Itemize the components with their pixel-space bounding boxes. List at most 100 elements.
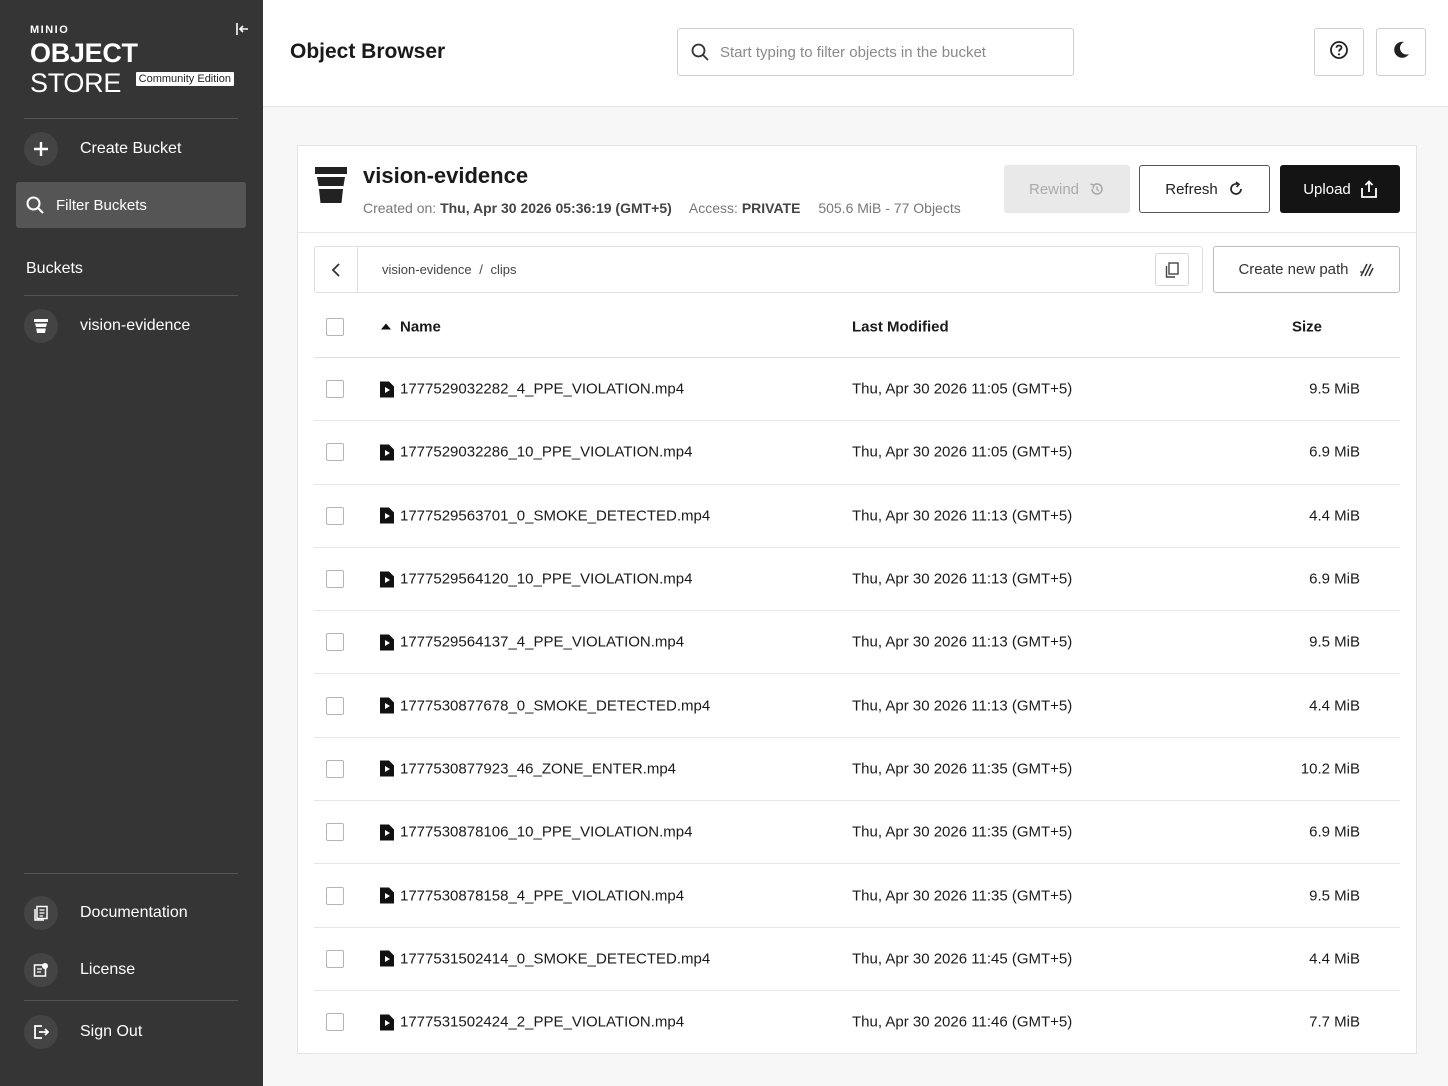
breadcrumb-current[interactable]: clips [490, 262, 516, 277]
table-row[interactable]: 1777529032282_4_PPE_VIOLATION.mp4 Thu, Ap… [314, 358, 1400, 422]
table-row[interactable]: 1777529563701_0_SMOKE_DETECTED.mp4 Thu, A… [314, 485, 1400, 548]
theme-toggle-button[interactable] [1376, 28, 1426, 76]
card-divider [298, 232, 1416, 233]
sidebar-item-vision-evidence[interactable]: vision-evidence [16, 303, 246, 349]
object-name[interactable]: 1777531502424_2_PPE_VIOLATION.mp4 [380, 1014, 684, 1031]
row-checkbox[interactable] [326, 696, 344, 715]
object-name-label: 1777530877678_0_SMOKE_DETECTED.mp4 [400, 697, 711, 715]
name-header-label: Name [400, 318, 441, 335]
sort-ascending-icon [381, 323, 391, 330]
help-icon [1329, 40, 1349, 65]
object-last-modified: Thu, Apr 30 2026 11:13 (GMT+5) [852, 633, 1073, 651]
object-name[interactable]: 1777529032282_4_PPE_VIOLATION.mp4 [380, 381, 684, 398]
table-row[interactable]: 1777529564137_4_PPE_VIOLATION.mp4 Thu, Ap… [314, 611, 1400, 675]
name-column-header[interactable]: Name [380, 318, 441, 335]
plus-icon [24, 132, 58, 166]
access: Access: PRIVATE [689, 200, 801, 216]
object-search-input[interactable] [720, 43, 1060, 61]
object-name[interactable]: 1777529032286_10_PPE_VIOLATION.mp4 [380, 444, 692, 461]
video-file-icon [380, 634, 394, 651]
filter-buckets-input[interactable]: Filter Buckets [16, 182, 246, 228]
object-size: 6.9 MiB [1309, 823, 1360, 841]
row-checkbox[interactable] [326, 949, 344, 968]
sidebar-divider [24, 1000, 238, 1001]
row-checkbox[interactable] [326, 380, 344, 399]
table-row[interactable]: 1777530878158_4_PPE_VIOLATION.mp4 Thu, Ap… [314, 864, 1400, 928]
collapse-sidebar-icon[interactable] [234, 20, 252, 38]
video-file-icon [380, 950, 394, 967]
rewind-button[interactable]: Rewind [1004, 165, 1130, 213]
created-on: Created on: Thu, Apr 30 2026 05:36:19 (G… [363, 200, 672, 216]
table-row[interactable]: 1777529032286_10_PPE_VIOLATION.mp4 Thu, A… [314, 421, 1400, 485]
upload-icon [1360, 180, 1377, 198]
row-checkbox[interactable] [326, 823, 344, 842]
back-button[interactable] [315, 247, 358, 292]
refresh-label: Refresh [1165, 180, 1218, 198]
search-icon [690, 42, 710, 62]
documentation-link[interactable]: Documentation [16, 890, 246, 936]
sidebar-divider [24, 295, 238, 296]
object-name[interactable]: 1777529563701_0_SMOKE_DETECTED.mp4 [380, 507, 710, 524]
object-name[interactable]: 1777531502414_0_SMOKE_DETECTED.mp4 [380, 950, 710, 967]
object-name-label: 1777529032282_4_PPE_VIOLATION.mp4 [400, 380, 685, 398]
table-row[interactable]: 1777529564120_10_PPE_VIOLATION.mp4 Thu, A… [314, 548, 1400, 612]
table-body: 1777529032282_4_PPE_VIOLATION.mp4 Thu, Ap… [314, 358, 1400, 1055]
breadcrumb-bar: vision-evidence / clips [314, 246, 1203, 293]
table-row[interactable]: 1777530878106_10_PPE_VIOLATION.mp4 Thu, A… [314, 801, 1400, 865]
object-name[interactable]: 1777530877678_0_SMOKE_DETECTED.mp4 [380, 697, 710, 714]
breadcrumb: vision-evidence / clips [382, 262, 517, 277]
object-last-modified: Thu, Apr 30 2026 11:35 (GMT+5) [852, 823, 1073, 841]
logo-product: OBJECT STORE [30, 38, 234, 98]
table-row[interactable]: 1777530877678_0_SMOKE_DETECTED.mp4 Thu, A… [314, 674, 1400, 738]
created-value: Thu, Apr 30 2026 05:36:19 (GMT+5) [440, 200, 672, 216]
object-name[interactable]: 1777530877923_46_ZONE_ENTER.mp4 [380, 760, 676, 777]
bucket-metadata: Created on: Thu, Apr 30 2026 05:36:19 (G… [363, 200, 975, 216]
copy-path-button[interactable] [1155, 253, 1189, 286]
created-label: Created on: [363, 200, 441, 216]
bucket-usage: 505.6 MiB - 77 Objects [818, 200, 961, 216]
create-bucket-label: Create Bucket [80, 140, 182, 157]
row-checkbox[interactable] [326, 1013, 344, 1032]
help-button[interactable] [1314, 28, 1364, 76]
last-modified-column-header[interactable]: Last Modified [852, 318, 949, 335]
row-checkbox[interactable] [326, 886, 344, 905]
create-new-path-button[interactable]: Create new path [1213, 246, 1400, 293]
video-file-icon [380, 444, 394, 461]
table-row[interactable]: 1777530877923_46_ZONE_ENTER.mp4 Thu, Apr … [314, 738, 1400, 802]
license-link[interactable]: License [16, 947, 246, 993]
video-file-icon [380, 1014, 394, 1031]
row-checkbox[interactable] [326, 506, 344, 525]
object-name[interactable]: 1777529564120_10_PPE_VIOLATION.mp4 [380, 571, 692, 588]
access-value: PRIVATE [741, 200, 801, 216]
video-file-icon [380, 697, 394, 714]
edition-badge: Community Edition [135, 72, 234, 86]
row-checkbox[interactable] [326, 633, 344, 652]
object-search-box[interactable] [677, 28, 1074, 76]
table-row[interactable]: 1777531502424_2_PPE_VIOLATION.mp4 Thu, Ap… [314, 991, 1400, 1055]
table-row[interactable]: 1777531502414_0_SMOKE_DETECTED.mp4 Thu, A… [314, 928, 1400, 991]
object-last-modified: Thu, Apr 30 2026 11:46 (GMT+5) [852, 1013, 1073, 1031]
object-last-modified: Thu, Apr 30 2026 11:13 (GMT+5) [852, 507, 1073, 525]
refresh-button[interactable]: Refresh [1139, 165, 1270, 213]
sign-out-icon [24, 1015, 58, 1049]
object-last-modified: Thu, Apr 30 2026 11:13 (GMT+5) [852, 697, 1073, 715]
buckets-heading: Buckets [26, 260, 83, 277]
sidebar-item-label: vision-evidence [80, 317, 191, 334]
breadcrumb-root[interactable]: vision-evidence [382, 262, 472, 277]
row-checkbox[interactable] [326, 759, 344, 778]
row-checkbox[interactable] [326, 443, 344, 462]
upload-label: Upload [1303, 180, 1351, 198]
breadcrumb-separator: / [479, 262, 483, 277]
create-bucket-button[interactable]: Create Bucket [16, 126, 246, 172]
bucket-icon [24, 309, 58, 343]
object-name[interactable]: 1777530878106_10_PPE_VIOLATION.mp4 [380, 824, 692, 841]
upload-button[interactable]: Upload [1280, 165, 1400, 213]
object-name[interactable]: 1777529564137_4_PPE_VIOLATION.mp4 [380, 634, 684, 651]
row-checkbox[interactable] [326, 570, 344, 589]
object-name[interactable]: 1777530878158_4_PPE_VIOLATION.mp4 [380, 887, 684, 904]
select-all-checkbox[interactable] [326, 317, 344, 336]
object-name-label: 1777531502424_2_PPE_VIOLATION.mp4 [400, 1013, 685, 1031]
size-column-header[interactable]: Size [1292, 318, 1322, 335]
sign-out-button[interactable]: Sign Out [16, 1009, 246, 1055]
rewind-icon [1090, 183, 1103, 195]
